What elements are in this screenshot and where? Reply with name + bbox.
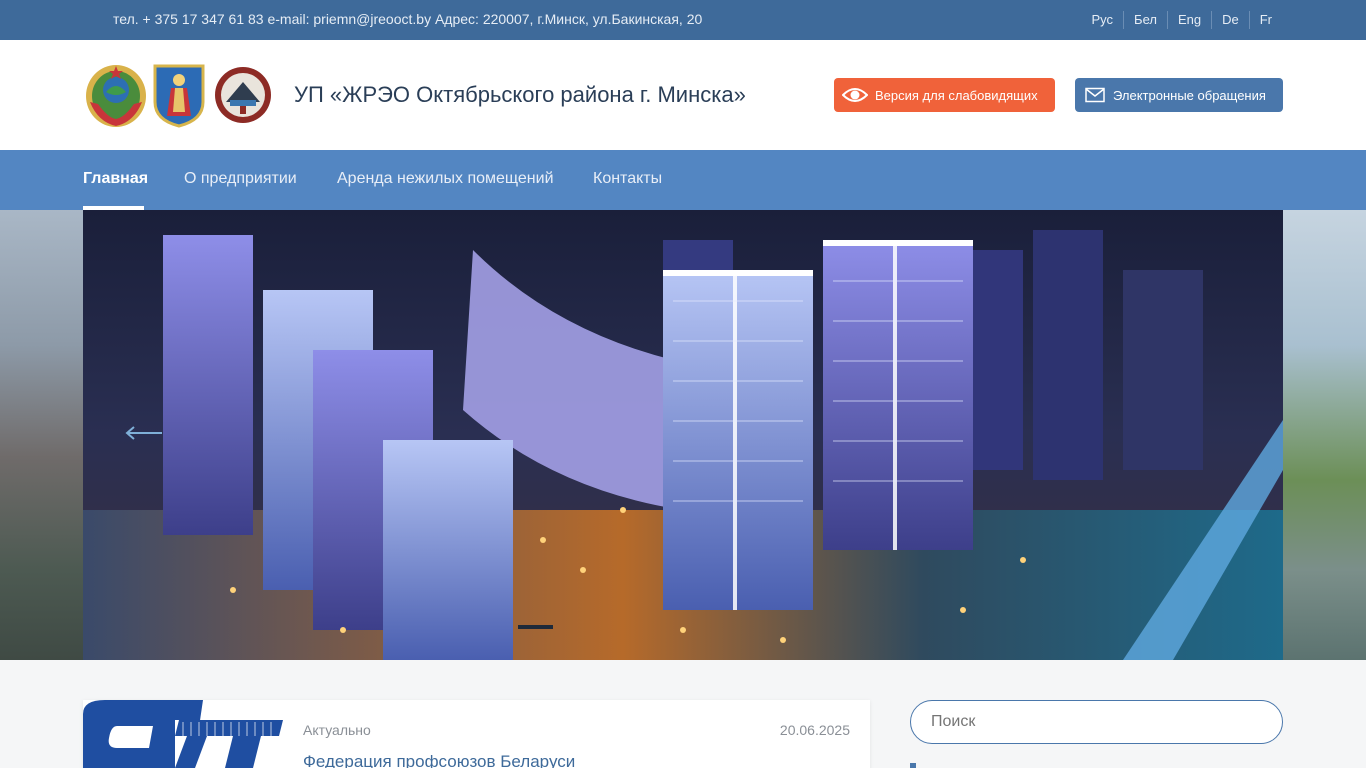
minsk-coat-of-arms-icon bbox=[153, 64, 205, 128]
site-header: УП «ЖРЭО Октябрьского района г. Минска» … bbox=[0, 40, 1366, 150]
news-card[interactable]: Актуально 20.06.2025 Федерация профсоюзо… bbox=[83, 700, 870, 768]
electronic-appeals-button[interactable]: Электронные обращения bbox=[1075, 78, 1283, 112]
news-title[interactable]: Федерация профсоюзов Беларуси bbox=[303, 752, 575, 768]
site-title[interactable]: УП «ЖРЭО Октябрьского района г. Минска» bbox=[294, 82, 746, 108]
search-input[interactable] bbox=[910, 700, 1283, 744]
nav-item-home[interactable]: Главная bbox=[83, 170, 148, 188]
arrow-left-icon[interactable] bbox=[124, 426, 164, 440]
language-switcher: Рус Бел Eng De Fr bbox=[1082, 11, 1283, 29]
top-bar: тел. + 375 17 347 61 83 e-mail: priemn@j… bbox=[0, 0, 1366, 40]
slide-image-night-city bbox=[83, 210, 1283, 660]
news-category[interactable]: Актуально bbox=[303, 722, 371, 738]
contact-info: тел. + 375 17 347 61 83 e-mail: priemn@j… bbox=[113, 11, 703, 27]
eye-icon bbox=[842, 88, 868, 102]
sidebar-widget-marker bbox=[910, 763, 916, 768]
slider-next-preview bbox=[1283, 210, 1366, 660]
news-date: 20.06.2025 bbox=[779, 722, 850, 738]
low-vision-label: Версия для слабовидящих bbox=[875, 87, 1038, 103]
nav-item-about[interactable]: О предприятии bbox=[184, 170, 297, 188]
hero-slider bbox=[0, 210, 1366, 660]
envelope-icon bbox=[1085, 87, 1105, 103]
lang-en[interactable]: Eng bbox=[1166, 11, 1211, 29]
nav-item-rent[interactable]: Аренда нежилых помещений bbox=[337, 170, 554, 188]
coat-of-arms-icon bbox=[86, 65, 146, 127]
slider-pagination-dot[interactable] bbox=[518, 625, 553, 629]
lang-fr[interactable]: Fr bbox=[1248, 11, 1282, 29]
main-nav: Главная О предприятии Аренда нежилых пом… bbox=[0, 150, 1366, 210]
slider-prev-preview bbox=[0, 210, 83, 660]
organization-badge-icon bbox=[215, 67, 271, 123]
lang-be[interactable]: Бел bbox=[1123, 11, 1167, 29]
nav-item-contacts[interactable]: Контакты bbox=[593, 170, 662, 188]
electronic-appeals-label: Электронные обращения bbox=[1113, 87, 1266, 103]
lang-ru[interactable]: Рус bbox=[1082, 11, 1124, 29]
trade-union-logo-icon bbox=[83, 700, 283, 768]
low-vision-button[interactable]: Версия для слабовидящих bbox=[834, 78, 1055, 112]
lang-de[interactable]: De bbox=[1211, 11, 1249, 29]
